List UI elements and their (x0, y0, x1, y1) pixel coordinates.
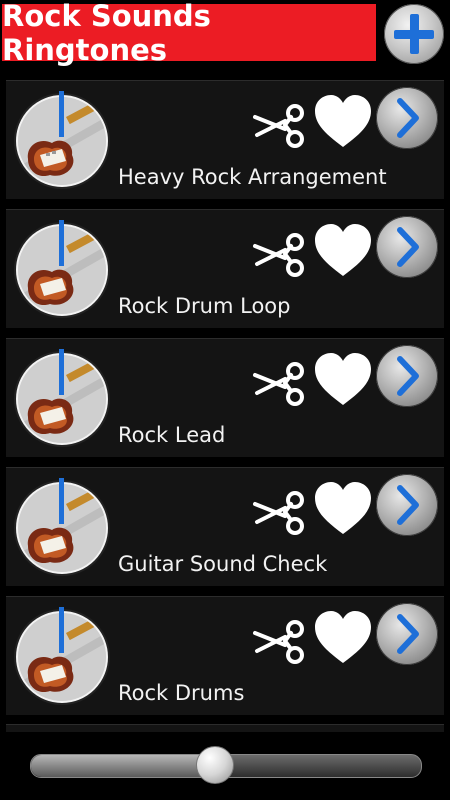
app-title: Rock Sounds Ringtones (2, 0, 376, 67)
scissors-icon[interactable] (251, 353, 311, 413)
list-item[interactable]: Rock Lead (6, 338, 444, 457)
scissors-icon[interactable] (251, 482, 311, 542)
chevron-right-icon (397, 356, 419, 396)
list-item[interactable]: Guitar Sound Check (6, 467, 444, 586)
heart-icon[interactable] (311, 478, 375, 538)
list-item-partial[interactable] (6, 724, 444, 732)
header: Rock Sounds Ringtones (0, 0, 450, 70)
chevron-right-icon (397, 614, 419, 654)
ringtone-list[interactable]: Heavy Rock Arrangement Rock Drum Loop Ro… (0, 80, 450, 732)
list-item[interactable]: Rock Drums (6, 596, 444, 715)
ringtone-title: Rock Drums (118, 681, 245, 705)
play-button[interactable] (376, 603, 438, 665)
heart-icon[interactable] (311, 91, 375, 151)
heart-icon[interactable] (311, 220, 375, 280)
seek-thumb[interactable] (196, 746, 234, 784)
plus-icon (394, 14, 434, 54)
needle-marker (59, 220, 64, 266)
ringtone-title: Heavy Rock Arrangement (118, 165, 387, 189)
needle-marker (59, 478, 64, 524)
scissors-icon[interactable] (251, 224, 311, 284)
chevron-right-icon (397, 98, 419, 138)
scissors-icon[interactable] (251, 95, 311, 155)
ringtone-title: Rock Lead (118, 423, 226, 447)
ringtone-title: Rock Drum Loop (118, 294, 291, 318)
heart-icon[interactable] (311, 607, 375, 667)
play-button[interactable] (376, 474, 438, 536)
chevron-right-icon (397, 485, 419, 525)
needle-marker (59, 607, 64, 653)
scissors-icon[interactable] (251, 611, 311, 671)
player-bar (0, 732, 450, 800)
heart-icon[interactable] (311, 349, 375, 409)
play-button[interactable] (376, 216, 438, 278)
needle-marker (59, 91, 64, 137)
ringtone-title: Guitar Sound Check (118, 552, 328, 576)
play-button[interactable] (376, 345, 438, 407)
chevron-right-icon (397, 227, 419, 267)
list-item[interactable]: Heavy Rock Arrangement (6, 80, 444, 199)
list-item[interactable]: Rock Drum Loop (6, 209, 444, 328)
play-button[interactable] (376, 87, 438, 149)
seek-progress (31, 755, 214, 777)
needle-marker (59, 349, 64, 395)
add-button[interactable] (384, 4, 444, 64)
